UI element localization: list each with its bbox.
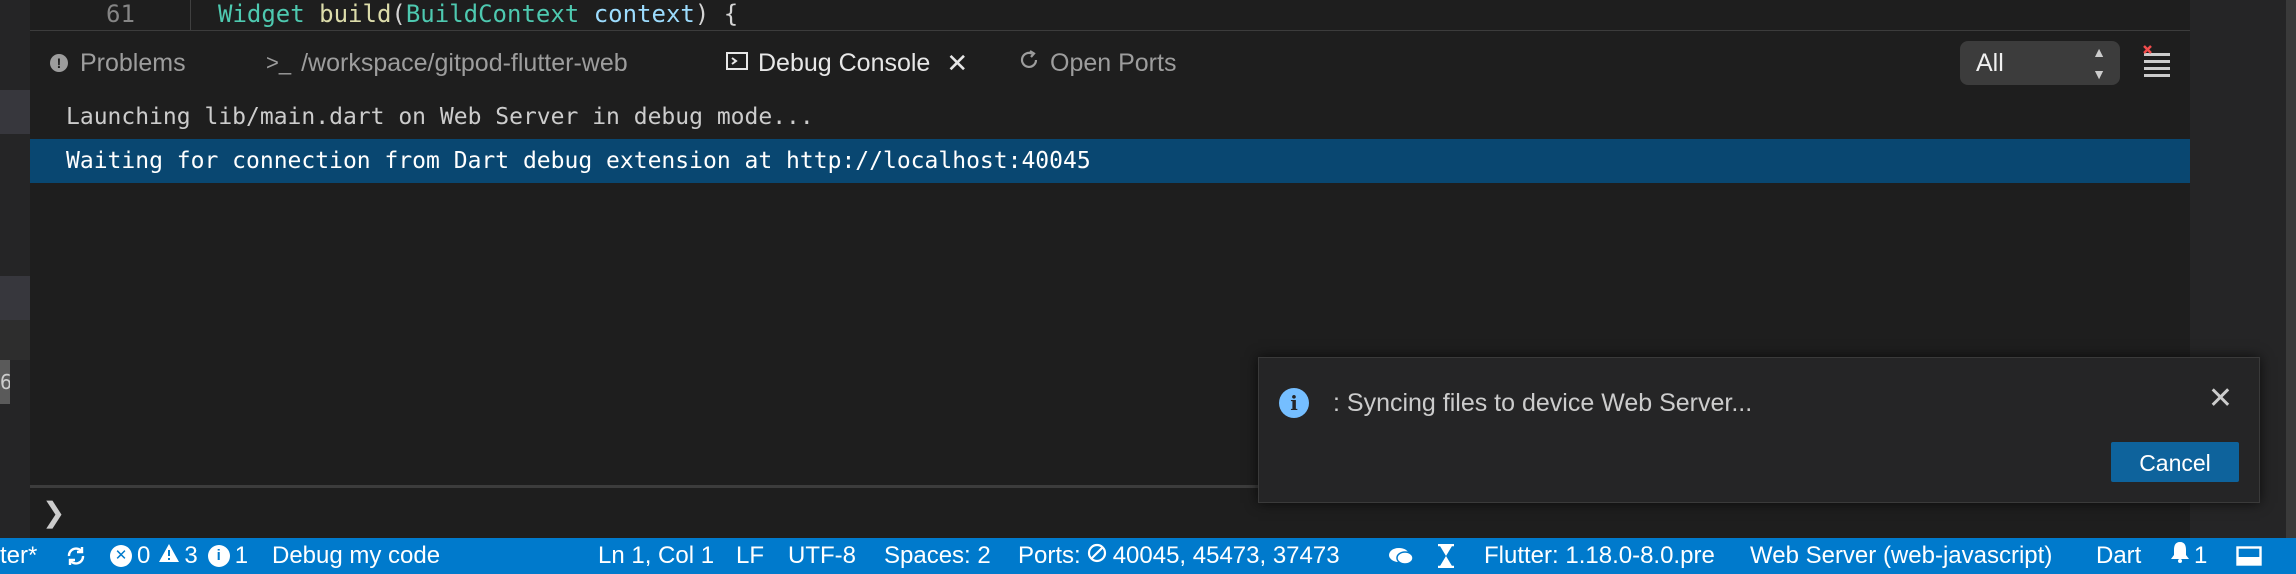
status-branch[interactable]: ter*	[0, 538, 37, 574]
info-count: 1	[234, 542, 249, 569]
notification-toast: i : Syncing files to device Web Server..…	[1258, 357, 2260, 503]
ports-label: Ports:	[1018, 542, 1081, 569]
tab-terminal[interactable]: >_ /workspace/gitpod-flutter-web	[266, 31, 628, 95]
close-icon[interactable]: ✕	[946, 48, 968, 79]
panel-tabs: ! Problems >_ /workspace/gitpod-flutter-…	[30, 31, 2190, 95]
forbidden-icon	[1087, 538, 1107, 574]
status-device[interactable]: Web Server (web-javascript)	[1750, 538, 2052, 574]
status-language[interactable]: Dart	[2096, 538, 2141, 574]
prompt-chevron-icon: ❯	[42, 497, 66, 528]
filter-select[interactable]: All ▲ ▼	[1960, 41, 2120, 85]
chevron-up-down-icon: ▲ ▼	[2092, 44, 2106, 82]
code-text[interactable]: Widget build(BuildContext context) {	[218, 0, 738, 28]
status-cursor-position[interactable]: Ln 1, Col 1	[598, 538, 714, 574]
debug-console-icon	[726, 50, 748, 76]
refresh-icon	[1018, 49, 1040, 77]
code-token-param-type: BuildContext	[405, 0, 580, 28]
side-bar-badge: 6	[0, 360, 10, 404]
side-bar-item[interactable]	[0, 90, 30, 134]
warning-icon	[158, 538, 180, 574]
status-debug-target[interactable]: Debug my code	[272, 538, 440, 574]
line-number: 61	[106, 0, 135, 28]
error-count: 0	[137, 542, 151, 569]
indent-guide	[190, 0, 191, 30]
cancel-button[interactable]: Cancel	[2111, 442, 2239, 482]
error-icon: ✕	[110, 545, 132, 567]
tab-debug-console[interactable]: Debug Console ✕	[719, 31, 975, 95]
tab-label: Open Ports	[1050, 48, 1177, 77]
code-token-tail: ) {	[694, 0, 739, 28]
info-icon: i	[207, 545, 230, 567]
notification-count: 1	[2194, 542, 2208, 569]
status-flutter-version[interactable]: Flutter: 1.18.0-8.0.pre	[1484, 538, 1715, 574]
side-bar-item[interactable]	[0, 276, 30, 320]
ports-list: 40045, 45473, 37473	[1112, 542, 1340, 569]
console-line-selected[interactable]: Waiting for connection from Dart debug e…	[30, 139, 2190, 183]
side-bar-item[interactable]	[0, 320, 30, 360]
tab-label: Problems	[80, 48, 186, 77]
status-problems[interactable]: ✕ 0 3 i 1	[110, 538, 248, 574]
toggle-panel-icon[interactable]	[2236, 538, 2262, 574]
warning-count: 3	[184, 542, 198, 569]
status-bar: ter* ✕ 0 3 i 1 Debug my code Ln 1, Col 1…	[0, 538, 2296, 574]
editor-code-line[interactable]: 61 Widget build(BuildContext context) {	[30, 0, 2190, 30]
close-icon[interactable]: ✕	[2208, 382, 2233, 416]
clear-console-icon[interactable]	[2140, 45, 2176, 81]
sync-icon[interactable]	[64, 538, 88, 574]
code-token-param: context	[593, 0, 695, 28]
info-icon: i	[1279, 388, 1309, 418]
feedback-icon[interactable]	[1388, 538, 1414, 574]
filter-selected-value: All	[1976, 49, 2004, 77]
status-eol[interactable]: LF	[736, 538, 764, 574]
vscode-window: 6 61 Widget build(BuildContext context) …	[0, 0, 2296, 574]
tab-problems[interactable]: ! Problems	[50, 31, 186, 95]
branch-label: ter*	[0, 542, 38, 569]
scrollbar[interactable]	[2286, 0, 2296, 538]
code-token-type: Widget	[218, 0, 305, 28]
status-indentation[interactable]: Spaces: 2	[884, 538, 991, 574]
tab-open-ports[interactable]: Open Ports	[1018, 31, 1176, 95]
status-encoding[interactable]: UTF-8	[788, 538, 856, 574]
terminal-icon: >_	[266, 50, 292, 75]
code-token-function: build	[319, 0, 392, 28]
notification-message: : Syncing files to device Web Server...	[1333, 389, 1753, 417]
code-token-paren: (	[391, 0, 406, 28]
status-ports[interactable]: Ports: 40045, 45473, 37473	[1018, 538, 1340, 574]
status-notifications[interactable]: 1	[2170, 538, 2207, 574]
info-circle-icon: !	[50, 54, 68, 72]
bell-icon	[2170, 538, 2190, 574]
hourglass-icon[interactable]	[1436, 538, 1456, 574]
tab-label: /workspace/gitpod-flutter-web	[301, 48, 628, 77]
tab-label: Debug Console	[758, 48, 931, 77]
console-line[interactable]: Launching lib/main.dart on Web Server in…	[30, 95, 2190, 139]
side-bar-edge: 6	[0, 0, 30, 538]
